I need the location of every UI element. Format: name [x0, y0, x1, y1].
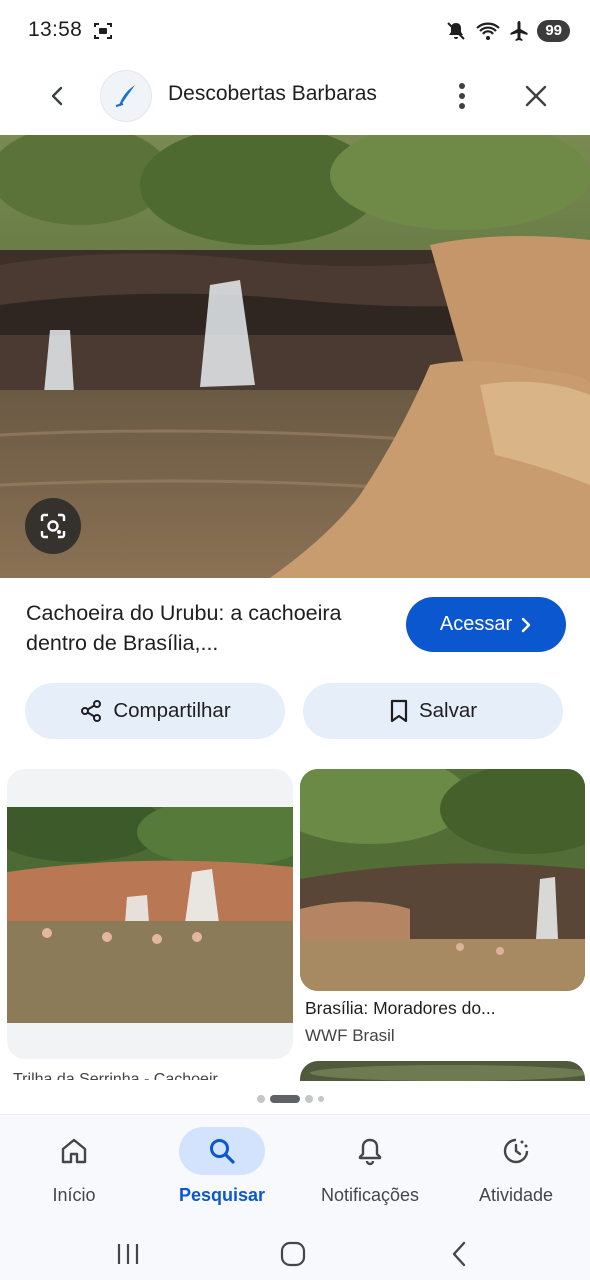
hero-image[interactable]: [0, 135, 590, 578]
page-dot: [257, 1095, 265, 1103]
related-image: [300, 769, 585, 991]
bookmark-icon: [390, 699, 408, 723]
activity-icon: [473, 1127, 559, 1175]
back-arrow-icon: [51, 86, 63, 106]
related-card-peek[interactable]: [300, 1061, 585, 1081]
wifi-icon: [475, 20, 501, 42]
related-caption[interactable]: Trilha da Serrinha - Cachoeir: [13, 1068, 273, 1080]
more-options-button[interactable]: [444, 76, 480, 116]
back-button[interactable]: [38, 76, 78, 116]
related-caption[interactable]: Brasília: Moradores do...: [305, 998, 496, 1019]
page-dot-active: [270, 1095, 300, 1103]
bottom-nav: Início Pesquisar Notificações Atividade: [0, 1114, 590, 1226]
close-icon: [525, 85, 547, 107]
mute-icon: [445, 20, 467, 42]
share-button[interactable]: Compartilhar: [25, 683, 285, 739]
nav-label: Início: [52, 1185, 96, 1205]
more-vert-icon: [459, 83, 465, 109]
chevron-right-icon: [521, 617, 531, 632]
site-title: Descobertas Barbaras: [168, 82, 377, 105]
system-back-icon: [452, 1241, 466, 1267]
status-icons: 99: [445, 18, 570, 44]
related-source: WWF Brasil: [305, 1026, 395, 1045]
related-card[interactable]: [7, 769, 293, 1059]
carousel-indicator: [257, 1095, 324, 1103]
page-dot: [318, 1096, 324, 1102]
close-button[interactable]: [516, 76, 556, 116]
page-dot: [305, 1095, 313, 1103]
nav-item-inicio[interactable]: Início: [0, 1115, 148, 1227]
visit-button-label: Acessar: [439, 613, 513, 635]
lens-icon: [40, 513, 66, 539]
nav-item-notificacoes[interactable]: Notificações: [296, 1115, 444, 1227]
home-icon: [31, 1127, 117, 1175]
status-bar: 13:58 99: [0, 0, 590, 62]
status-time: 13:58: [28, 18, 83, 41]
home-circle-icon: [280, 1241, 306, 1267]
related-card[interactable]: [300, 769, 585, 991]
airplane-icon: [509, 20, 529, 42]
app-bar: Descobertas Barbaras: [0, 62, 590, 134]
home-button[interactable]: [268, 1234, 318, 1274]
nav-label: Pesquisar: [178, 1185, 266, 1205]
nav-item-atividade[interactable]: Atividade: [442, 1115, 590, 1227]
search-icon: [179, 1127, 265, 1175]
save-button-label: Salvar: [418, 699, 478, 722]
result-title[interactable]: Cachoeira do Urubu: a cachoeira dentro d…: [26, 598, 386, 658]
site-logo: [100, 70, 152, 122]
visit-button[interactable]: Acessar: [406, 597, 566, 652]
site-logo-icon: [115, 85, 135, 107]
nav-item-pesquisar[interactable]: Pesquisar: [148, 1115, 296, 1227]
share-icon: [81, 700, 102, 722]
system-nav-bar: [0, 1226, 590, 1280]
lens-button[interactable]: [25, 498, 81, 554]
save-button[interactable]: Salvar: [303, 683, 563, 739]
recent-apps-icon: [117, 1244, 139, 1264]
battery-icon: 99: [537, 20, 570, 42]
share-button-label: Compartilhar: [113, 699, 231, 722]
nav-label: Atividade: [478, 1185, 554, 1205]
nav-label: Notificações: [320, 1185, 420, 1205]
bell-icon: [327, 1127, 413, 1175]
system-back-button[interactable]: [434, 1234, 484, 1274]
related-image: [7, 807, 293, 1023]
screenshot-icon: [92, 20, 114, 42]
recent-apps-button[interactable]: [103, 1234, 153, 1274]
